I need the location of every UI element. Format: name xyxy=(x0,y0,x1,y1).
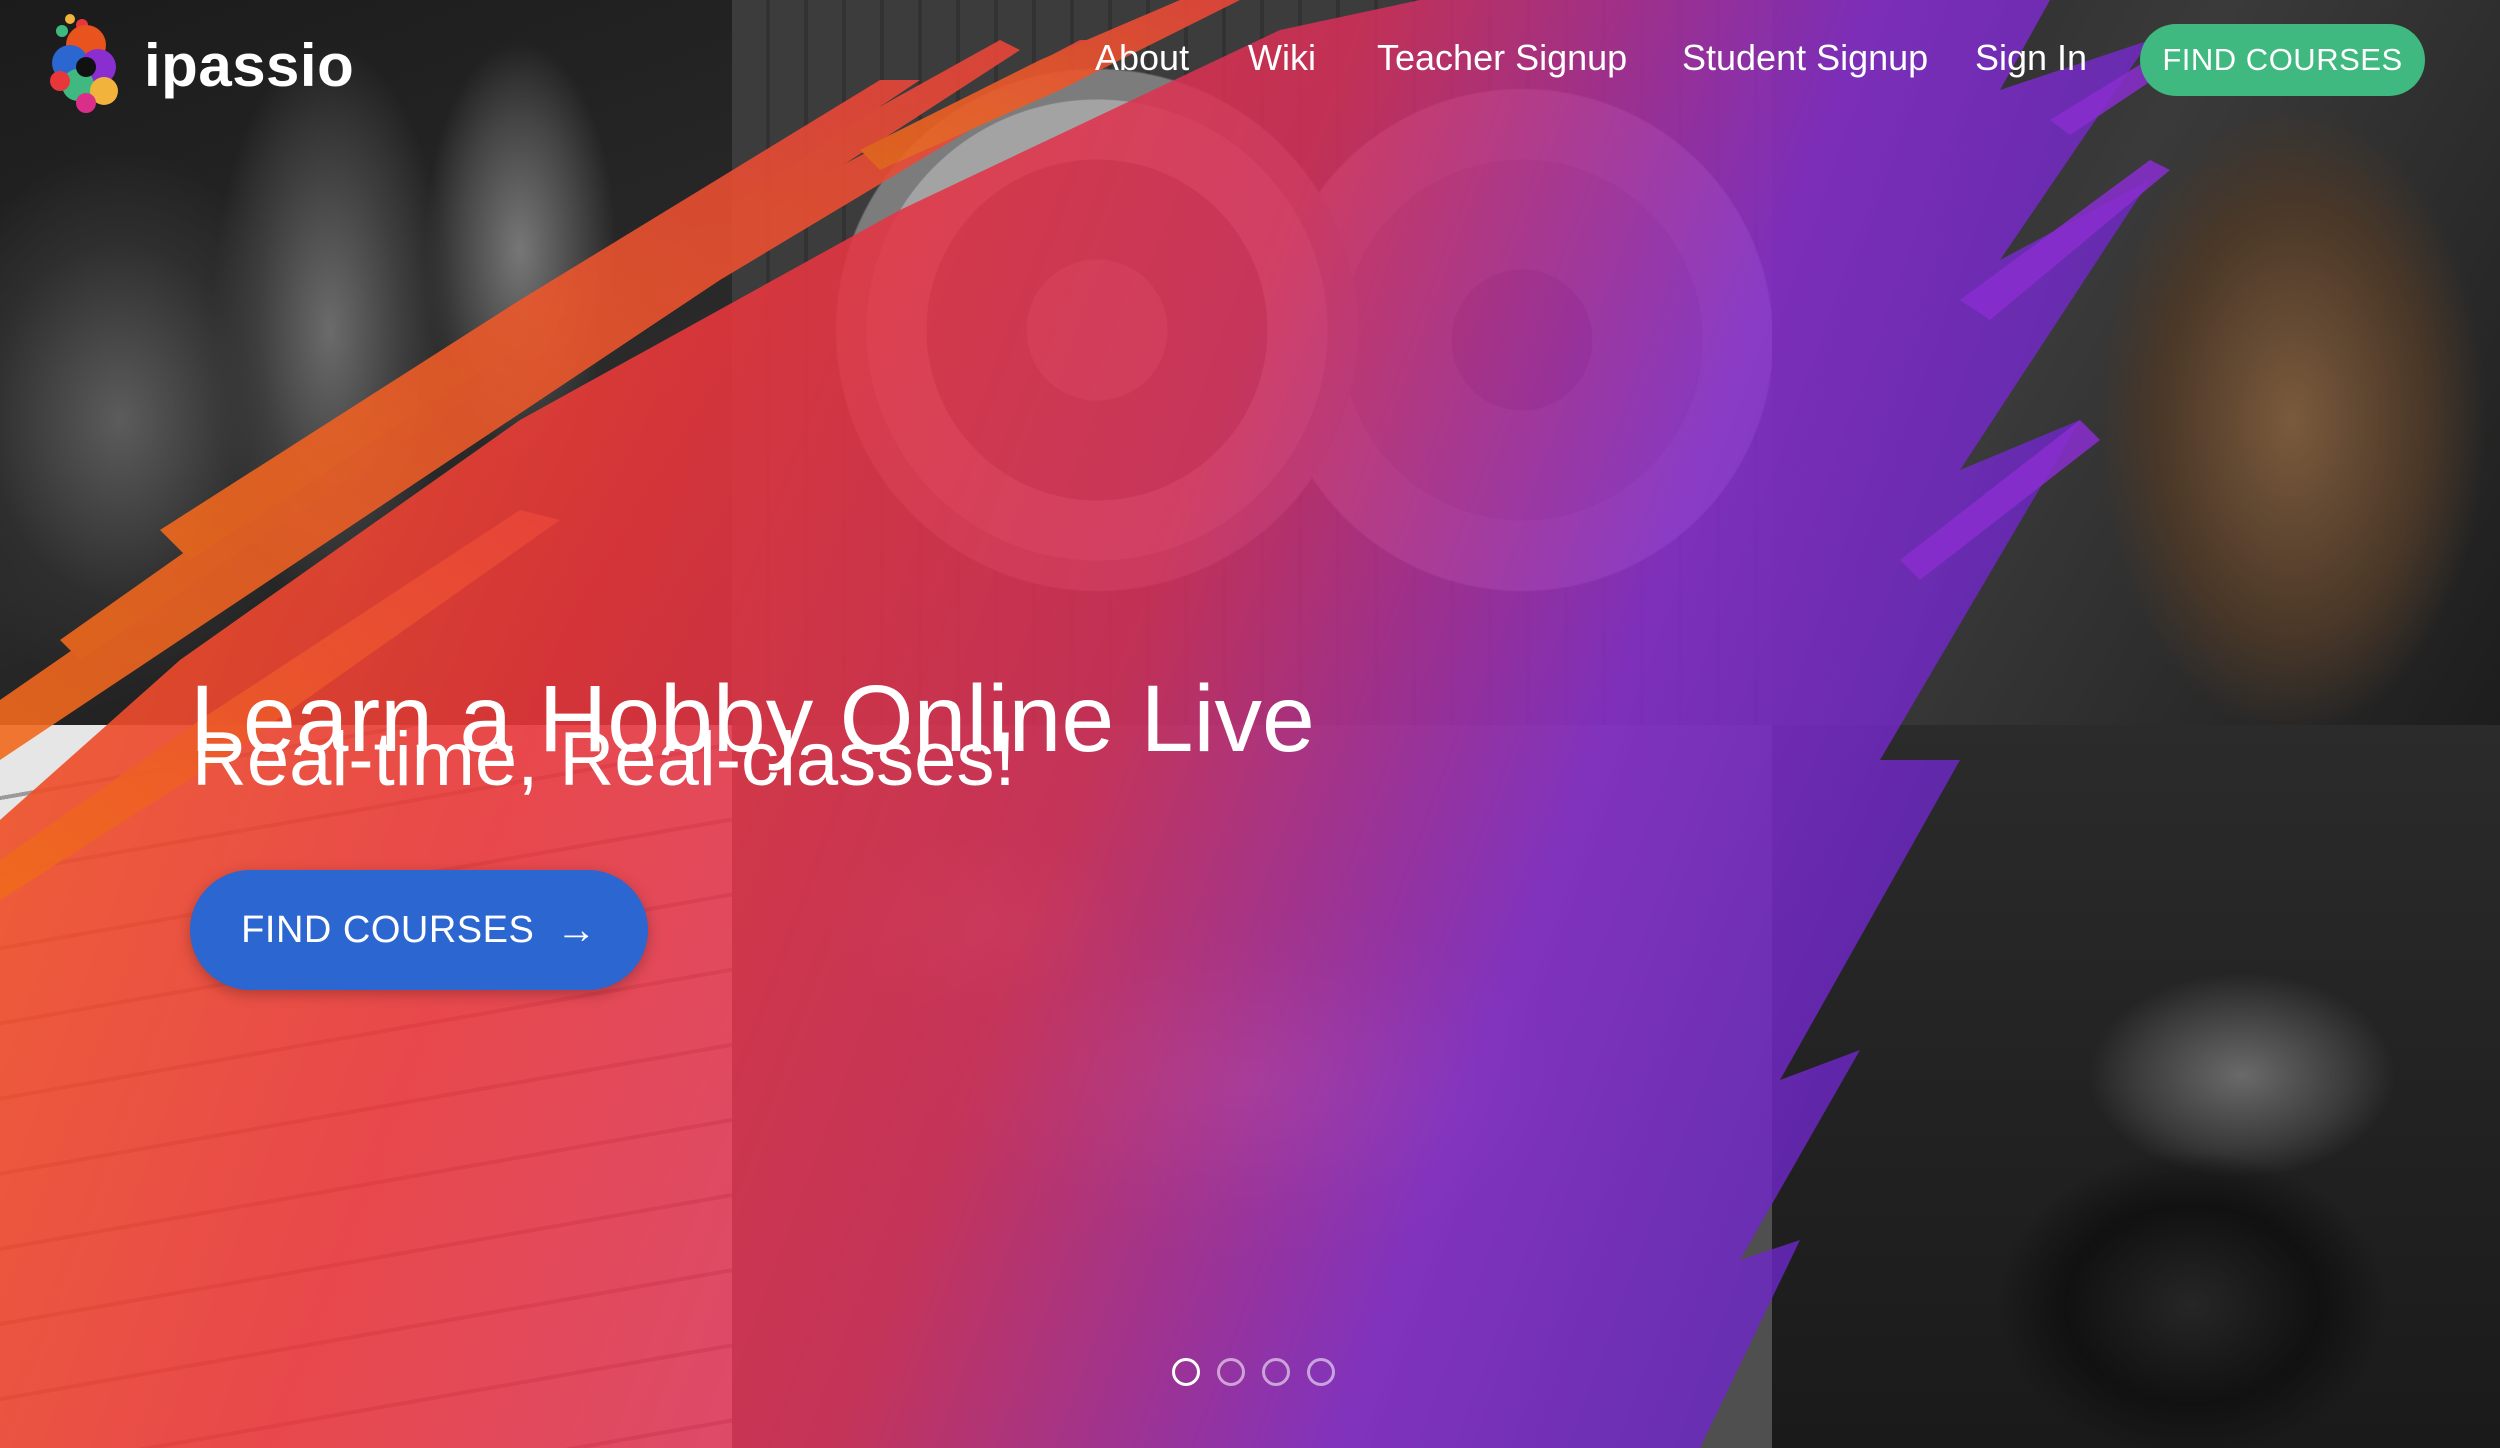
hero-carousel: ipassio About Wiki Teacher Signup Studen… xyxy=(0,0,2500,1448)
brand-logo[interactable]: ipassio xyxy=(40,10,354,120)
hero-cta-label: FIND COURSES xyxy=(241,908,535,951)
carousel-dot-4[interactable] xyxy=(1307,1358,1335,1386)
nav-link-teacher-signup[interactable]: Teacher Signup xyxy=(1377,34,1627,82)
nav-link-wiki[interactable]: Wiki xyxy=(1248,34,1316,82)
carousel-dot-1[interactable] xyxy=(1172,1358,1200,1386)
hero-find-courses-button[interactable]: FIND COURSES → xyxy=(190,870,648,990)
ipassio-logo-icon xyxy=(50,14,118,113)
nav-find-courses-button[interactable]: FIND COURSES xyxy=(2140,24,2425,96)
nav-link-student-signup[interactable]: Student Signup xyxy=(1682,34,1928,82)
brand-name: ipassio xyxy=(144,31,355,99)
carousel-dot-3[interactable] xyxy=(1262,1358,1290,1386)
hero-subheadline: Real-time, Real-classes! xyxy=(192,717,1016,802)
nav-link-about[interactable]: About xyxy=(1095,34,1189,82)
carousel-dot-2[interactable] xyxy=(1217,1358,1245,1386)
nav-link-sign-in[interactable]: Sign In xyxy=(1975,34,2087,82)
carousel-pagination xyxy=(1172,1358,1352,1386)
top-navbar: ipassio About Wiki Teacher Signup Studen… xyxy=(0,0,2500,120)
arrow-right-icon: → xyxy=(556,907,597,952)
